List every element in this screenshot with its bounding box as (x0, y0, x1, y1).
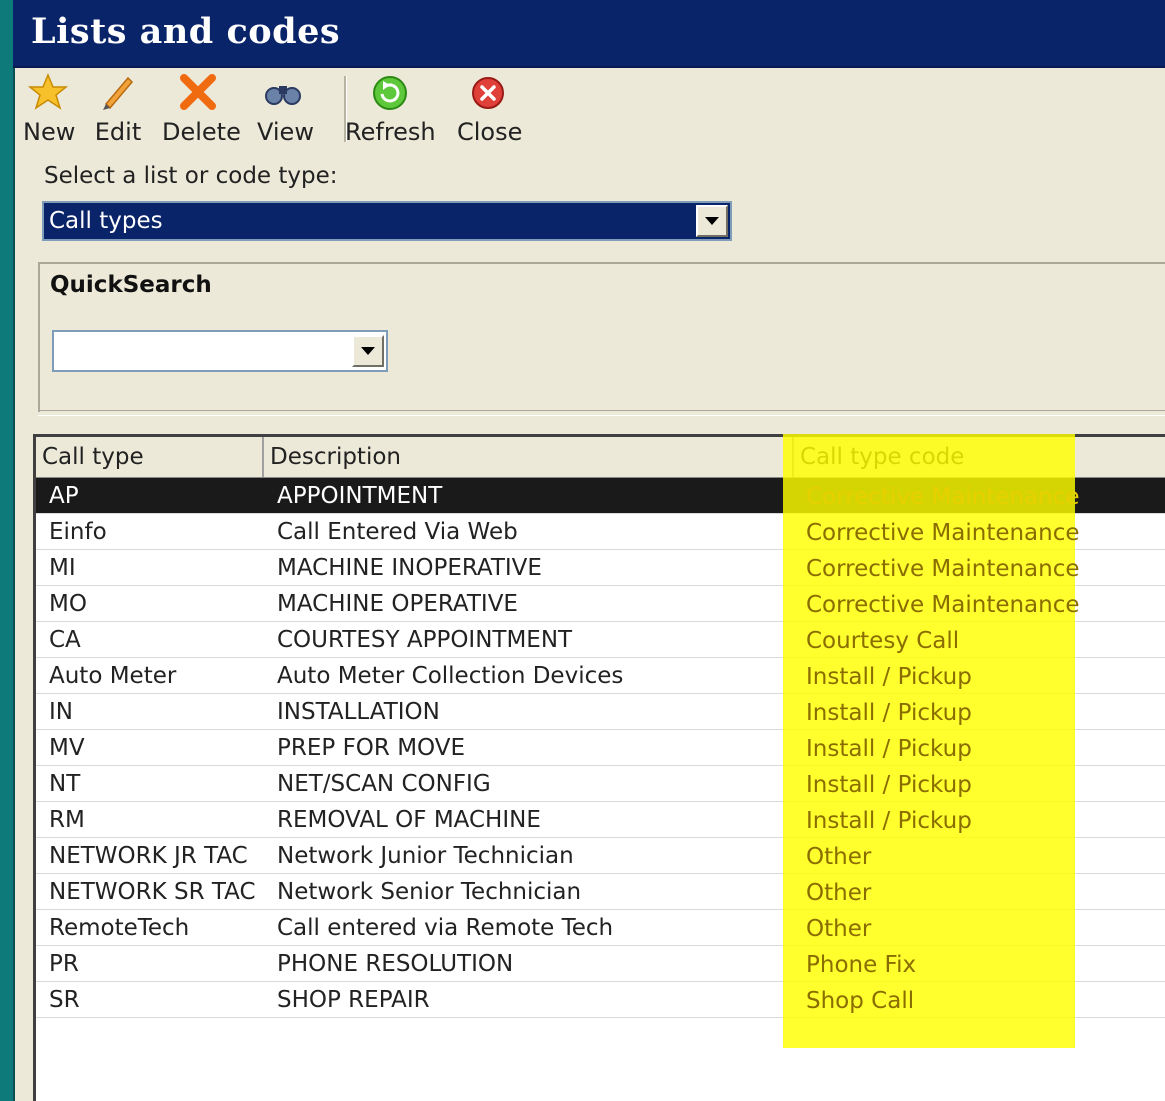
chevron-down-icon (705, 217, 719, 225)
cell-call-type: MO (49, 591, 87, 617)
panel-divider (38, 410, 1165, 416)
delete-button[interactable]: Delete (162, 72, 241, 146)
cell-call-type-code: Other (806, 916, 872, 942)
table-row[interactable]: NETWORK JR TAC Network Junior Technician (36, 838, 1165, 874)
table-row[interactable]: CA COURTESY APPOINTMENT (36, 622, 1165, 658)
cell-call-type: NETWORK SR TAC (49, 879, 256, 905)
cell-description: PHONE RESOLUTION (277, 951, 514, 977)
list-type-label: Select a list or code type: (44, 163, 338, 189)
cell-call-type-code: Other (806, 844, 872, 870)
cell-description: MACHINE OPERATIVE (277, 591, 518, 617)
column-header-call-type-code[interactable]: Call type code (794, 437, 1165, 477)
close-button[interactable]: Close (457, 72, 523, 146)
new-button[interactable]: New (23, 72, 76, 146)
cell-description: Call entered via Remote Tech (277, 915, 614, 941)
cell-call-type-code: Other (806, 880, 872, 906)
cell-call-type-code: Install / Pickup (806, 808, 972, 834)
cell-call-type-code: Shop Call (806, 988, 915, 1014)
column-header-description[interactable]: Description (264, 437, 794, 477)
binoculars-icon (265, 86, 301, 105)
cell-call-type: SR (49, 987, 80, 1013)
cell-call-type-code: Courtesy Call (806, 628, 960, 654)
quicksearch-panel: QuickSearch (38, 262, 1165, 412)
cell-call-type-code: Install / Pickup (806, 736, 972, 762)
table-row[interactable]: NT NET/SCAN CONFIG (36, 766, 1165, 802)
quicksearch-combobox[interactable] (52, 330, 388, 372)
view-button[interactable]: View (257, 72, 314, 146)
close-label: Close (457, 118, 523, 146)
cell-description: NET/SCAN CONFIG (277, 771, 491, 797)
cell-call-type: RemoteTech (49, 915, 190, 941)
pencil-icon (103, 76, 134, 110)
list-type-value: Call types (49, 208, 163, 234)
cell-call-type: RM (49, 807, 85, 833)
cell-description: APPOINTMENT (277, 483, 443, 509)
table-row[interactable]: RM REMOVAL OF MACHINE (36, 802, 1165, 838)
cell-call-type-code: Install / Pickup (806, 772, 972, 798)
refresh-icon (373, 76, 407, 110)
cell-call-type: NETWORK JR TAC (49, 843, 248, 869)
new-label: New (23, 118, 76, 146)
table-row[interactable]: PR PHONE RESOLUTION (36, 946, 1165, 982)
cell-call-type-code: Phone Fix (806, 952, 917, 978)
cell-call-type: MI (49, 555, 76, 581)
cell-call-type-code: Corrective Maintenance (806, 556, 1080, 582)
cell-call-type: NT (49, 771, 81, 797)
close-icon (472, 77, 504, 109)
table-row[interactable]: SR SHOP REPAIR (36, 982, 1165, 1018)
grid-header: Call type Description Call type code (36, 437, 1165, 479)
cell-call-type: CA (49, 627, 81, 653)
lists-and-codes-window: Lists and codes New Edit Delete View Ref… (0, 0, 1165, 1101)
cell-description: PREP FOR MOVE (277, 735, 465, 761)
title-bar: Lists and codes (13, 0, 1165, 68)
view-label: View (257, 118, 314, 146)
table-row[interactable]: Auto Meter Auto Meter Collection Devices (36, 658, 1165, 694)
toolbar: New Edit Delete View Refresh Close (15, 68, 1165, 148)
cell-call-type-code: Corrective Maintenance (806, 484, 1080, 510)
edit-label: Edit (94, 118, 142, 146)
table-row[interactable]: IN INSTALLATION (36, 694, 1165, 730)
star-icon (28, 73, 68, 110)
cell-call-type-code: Corrective Maintenance (806, 592, 1080, 618)
window-title: Lists and codes (31, 11, 341, 52)
table-row[interactable]: MV PREP FOR MOVE (36, 730, 1165, 766)
cell-description: REMOVAL OF MACHINE (277, 807, 541, 833)
cell-call-type-code: Install / Pickup (806, 664, 972, 690)
cell-call-type: IN (49, 699, 73, 725)
cell-call-type: AP (49, 483, 79, 509)
refresh-button[interactable]: Refresh (345, 72, 436, 146)
cell-description: INSTALLATION (277, 699, 440, 725)
cell-call-type-code: Corrective Maintenance (806, 520, 1080, 546)
delete-label: Delete (162, 118, 241, 146)
quicksearch-dropdown-button[interactable] (352, 335, 384, 367)
column-header-call-type[interactable]: Call type (36, 437, 264, 477)
cell-call-type: Auto Meter (49, 663, 177, 689)
cell-call-type: PR (49, 951, 79, 977)
cell-description: COURTESY APPOINTMENT (277, 627, 573, 653)
quicksearch-title: QuickSearch (50, 272, 212, 298)
cell-call-type-code: Install / Pickup (806, 700, 972, 726)
table-row[interactable]: RemoteTech Call entered via Remote Tech (36, 910, 1165, 946)
cell-description: Auto Meter Collection Devices (277, 663, 624, 689)
cell-description: MACHINE INOPERATIVE (277, 555, 542, 581)
left-rail (0, 0, 15, 1101)
refresh-label: Refresh (345, 118, 436, 146)
chevron-down-icon (361, 347, 375, 355)
cell-description: SHOP REPAIR (277, 987, 430, 1013)
table-row[interactable]: NETWORK SR TAC Network Senior Technician (36, 874, 1165, 910)
list-type-dropdown-button[interactable] (696, 205, 728, 237)
cell-call-type: Einfo (49, 519, 107, 545)
list-type-dropdown[interactable]: Call types (42, 201, 732, 241)
cell-description: Network Junior Technician (277, 843, 574, 869)
cell-call-type: MV (49, 735, 85, 761)
cell-description: Call Entered Via Web (277, 519, 518, 545)
delete-x-icon (180, 74, 216, 110)
cell-description: Network Senior Technician (277, 879, 582, 905)
edit-button[interactable]: Edit (93, 72, 143, 146)
